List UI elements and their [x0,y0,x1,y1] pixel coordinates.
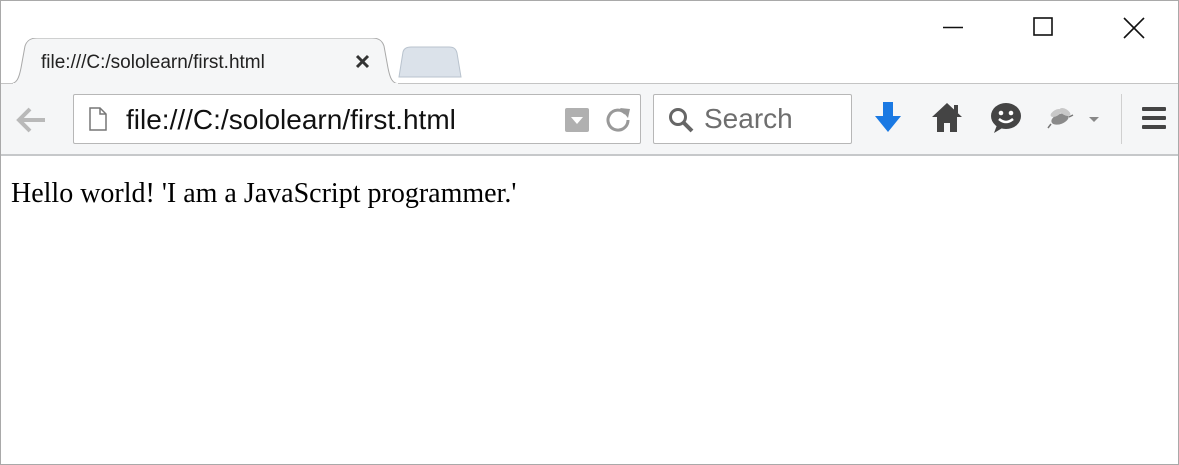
bug-icon [1047,108,1099,129]
new-tab-shape [398,46,462,78]
nav-toolbar: file:///C:/sololearn/first.html [1,84,1178,154]
download-icon [875,102,901,132]
new-tab-button[interactable] [397,46,463,78]
downloads-button[interactable] [870,100,906,136]
minimize-icon [943,26,963,29]
chat-button[interactable] [988,100,1024,136]
search-bar [653,94,852,144]
browser-window: file:///C:/sololearn/first.html file:///… [0,0,1179,465]
back-button[interactable] [11,104,53,136]
addon-bug-button[interactable] [1043,100,1109,136]
window-controls [908,9,1178,45]
page-text: Hello world! 'I am a JavaScript programm… [11,178,517,209]
page-content: Hello world! 'I am a JavaScript programm… [1,156,1178,464]
url-text: file:///C:/sololearn/first.html [126,104,456,135]
title-bar: file:///C:/sololearn/first.html [1,1,1178,85]
reload-icon [606,108,630,132]
tab-close-button[interactable] [352,51,374,73]
search-input[interactable] [704,104,844,134]
browser-tab[interactable]: file:///C:/sololearn/first.html [9,38,400,85]
menu-button[interactable] [1136,100,1172,136]
home-button[interactable] [929,100,965,136]
close-icon [1123,17,1145,39]
back-arrow-icon [16,107,45,133]
close-x-icon [355,54,370,69]
search-icon [669,108,694,133]
home-icon [932,103,962,132]
url-dropmarker-button[interactable] [565,108,589,132]
menu-icon [1142,107,1166,129]
url-bar[interactable]: file:///C:/sololearn/first.html [73,94,641,144]
minimize-button[interactable] [908,9,998,45]
page-icon [89,107,107,131]
dropmarker-icon [565,108,589,132]
close-window-button[interactable] [1088,9,1178,45]
maximize-icon [1033,17,1053,36]
reload-button[interactable] [604,106,632,134]
maximize-button[interactable] [998,9,1088,45]
toolbar-separator [1121,94,1122,144]
chat-icon [991,103,1021,133]
tab-title: file:///C:/sololearn/first.html [41,52,265,73]
